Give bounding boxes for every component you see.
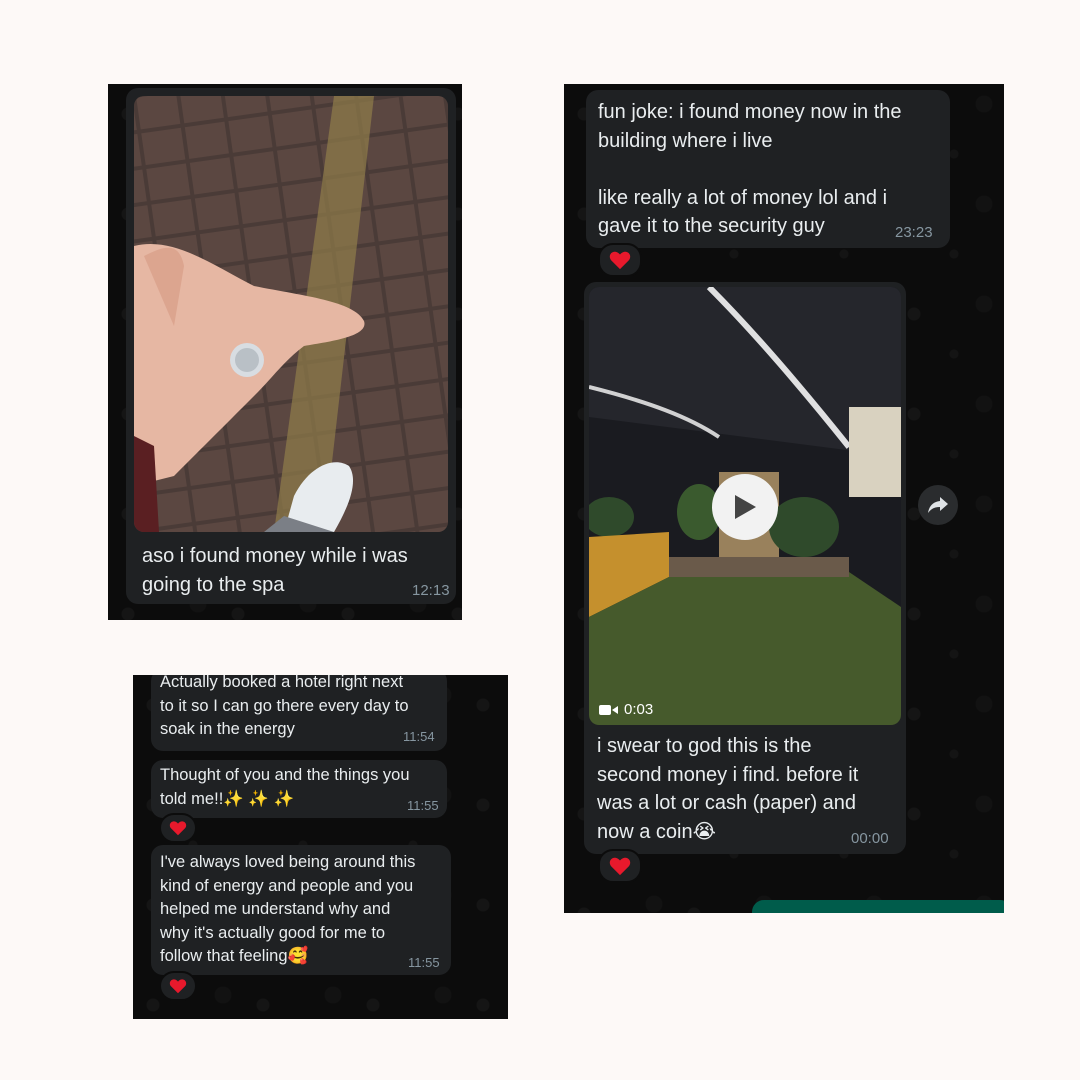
- video-message-bubble[interactable]: 0:03 i swear to god this is the second m…: [584, 282, 906, 854]
- message-text: Actually booked a hotel right next to it…: [160, 675, 409, 738]
- forward-button[interactable]: [918, 485, 958, 525]
- forward-icon: [928, 497, 948, 513]
- message-text: Thought of you and the things you told m…: [160, 766, 410, 808]
- image-message-bubble[interactable]: aso i found money while i was going to t…: [126, 88, 456, 604]
- video-duration-text: 0:03: [624, 701, 654, 718]
- heart-reaction[interactable]: [598, 849, 642, 883]
- coin-photo-image: [134, 96, 448, 532]
- heart-icon: [169, 821, 187, 836]
- text-message-bubble[interactable]: fun joke: i found money now in the build…: [586, 90, 950, 248]
- heart-icon: [609, 857, 631, 876]
- text-message-bubble[interactable]: Actually booked a hotel right next to it…: [151, 675, 447, 751]
- message-text: aso i found money while i was going to t…: [142, 545, 408, 596]
- text-message-bubble[interactable]: I've always loved being around this kind…: [151, 845, 451, 975]
- heart-reaction[interactable]: [159, 813, 197, 843]
- message-timestamp: 00:00: [851, 830, 889, 847]
- video-camera-icon: [599, 704, 618, 715]
- message-timestamp: 11:54: [403, 729, 435, 744]
- chat-screenshot-hotel-energy: Actually booked a hotel right next to it…: [133, 675, 508, 1019]
- chat-screenshot-coin: aso i found money while i was going to t…: [108, 84, 462, 620]
- outgoing-message-bubble-partial[interactable]: [752, 900, 1004, 913]
- text-message-bubble[interactable]: Thought of you and the things you told m…: [151, 760, 447, 818]
- message-timestamp: 12:13: [412, 582, 450, 599]
- message-text: i swear to god this is the second money …: [597, 735, 859, 843]
- coin-in-hand-photo[interactable]: [134, 96, 448, 532]
- message-timestamp: 23:23: [895, 224, 933, 241]
- heart-reaction[interactable]: [598, 243, 642, 277]
- message-text: fun joke: i found money now in the build…: [598, 101, 902, 237]
- chat-screenshot-money-building: fun joke: i found money now in the build…: [564, 84, 1004, 913]
- play-button[interactable]: [712, 474, 778, 540]
- video-duration: 0:03: [599, 701, 653, 718]
- message-text: I've always loved being around this kind…: [160, 853, 416, 965]
- message-timestamp: 11:55: [408, 955, 440, 970]
- heart-icon: [609, 251, 631, 270]
- heart-icon: [169, 979, 187, 994]
- message-timestamp: 11:55: [407, 798, 439, 813]
- video-thumbnail[interactable]: 0:03: [589, 287, 901, 725]
- play-icon: [735, 495, 756, 519]
- heart-reaction[interactable]: [159, 971, 197, 1001]
